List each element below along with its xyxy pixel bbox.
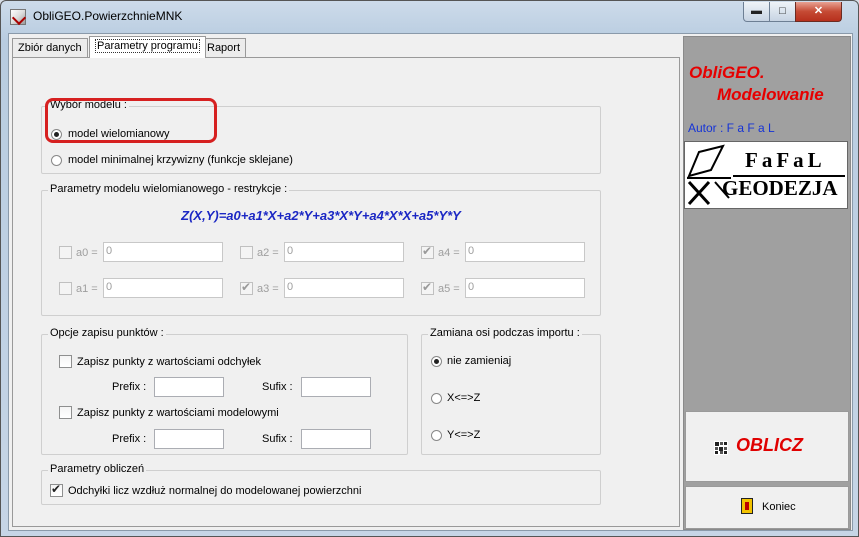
tab-panel-parametry: Wybór modelu : model wielomianowy model … (12, 57, 680, 527)
save-options-title: Opcje zapisu punktów : (48, 327, 166, 339)
axis-yz-radio[interactable] (431, 430, 442, 441)
a2-label: a2 = (257, 247, 279, 259)
calculator-icon (714, 441, 728, 455)
maximize-button[interactable]: □ (769, 2, 796, 22)
model-spline-label[interactable]: model minimalnej krzywizny (funkcje skle… (68, 154, 293, 166)
brand-title-line1: ObliGEO. (689, 63, 765, 82)
tab-parametry-programu[interactable]: Parametry programu (89, 36, 206, 58)
a5-label: a5 = (438, 283, 460, 295)
end-label: Koniec (762, 501, 796, 513)
a1-input[interactable]: 0 (103, 278, 223, 298)
exit-door-icon (741, 498, 753, 514)
a3-input[interactable]: 0 (284, 278, 404, 298)
axis-none-radio[interactable] (431, 356, 442, 367)
calculate-label: OBLICZ (736, 435, 803, 455)
tab-raport[interactable]: Raport (201, 38, 247, 57)
a0-checkbox[interactable] (59, 246, 72, 259)
a3-label: a3 = (257, 283, 279, 295)
poly-params-title: Parametry modelu wielomianowego - restry… (48, 183, 290, 195)
a0-label: a0 = (76, 247, 98, 259)
a0-input[interactable]: 0 (103, 242, 223, 262)
dev-prefix-input[interactable] (154, 377, 224, 397)
polynomial-formula: Z(X,Y)=a0+a1*X+a2*Y+a3*X*Y+a4*X*X+a5*Y*Y (181, 208, 461, 223)
dev-suffix-label: Sufix : (262, 381, 293, 393)
client-area: Zbiór danych Parametry programu Raport W… (8, 33, 853, 531)
title-bar[interactable]: ObliGEO.PowierzchnieMNK ▬ □ ✕ (1, 1, 858, 31)
save-model-label[interactable]: Zapisz punkty z wartościami modelowymi (77, 407, 279, 419)
a4-input[interactable]: 0 (465, 242, 585, 262)
right-panel: ObliGEO. Modelowanie Autor : F a F a L F… (683, 36, 851, 530)
highlight-annotation (45, 98, 217, 143)
dev-prefix-label: Prefix : (112, 381, 147, 393)
logo-text-fafal: FaFaL (745, 148, 826, 172)
axis-xz-radio[interactable] (431, 393, 442, 404)
app-icon (10, 9, 26, 25)
a5-checkbox[interactable] (421, 280, 434, 295)
minimize-button[interactable]: ▬ (743, 2, 770, 22)
calculate-button[interactable]: OBLICZ (685, 411, 849, 482)
normal-deviation-checkbox[interactable] (50, 482, 63, 497)
window-title: ObliGEO.PowierzchnieMNK (33, 9, 183, 23)
save-deviations-label[interactable]: Zapisz punkty z wartościami odchyłek (77, 356, 261, 368)
a1-checkbox[interactable] (59, 282, 72, 295)
brand-title-line2: Modelowanie (717, 85, 824, 104)
model-suffix-input[interactable] (301, 429, 371, 449)
tab-label: Zbiór danych (18, 42, 82, 54)
close-button[interactable]: ✕ (795, 2, 842, 22)
fafal-geodezja-logo: FaFaL GEODEZJA (684, 141, 848, 209)
author-label: Autor : F a F a L (688, 121, 775, 135)
normal-deviation-label[interactable]: Odchyłki licz wzdłuż normalnej do modelo… (68, 485, 361, 497)
tab-zbior-danych[interactable]: Zbiór danych (12, 38, 88, 57)
save-model-checkbox[interactable] (59, 406, 72, 419)
model-suffix-label: Sufix : (262, 433, 293, 445)
axis-none-label[interactable]: nie zamieniaj (447, 355, 511, 367)
a1-label: a1 = (76, 283, 98, 295)
dev-suffix-input[interactable] (301, 377, 371, 397)
model-spline-radio[interactable] (51, 155, 62, 166)
a2-input[interactable]: 0 (284, 242, 404, 262)
tab-label: Parametry programu (95, 39, 200, 53)
a2-checkbox[interactable] (240, 246, 253, 259)
save-deviations-checkbox[interactable] (59, 355, 72, 368)
model-prefix-input[interactable] (154, 429, 224, 449)
a4-label: a4 = (438, 247, 460, 259)
axis-yz-label[interactable]: Y<=>Z (447, 429, 480, 441)
a3-checkbox[interactable] (240, 280, 253, 295)
app-window: ObliGEO.PowierzchnieMNK ▬ □ ✕ Zbiór dany… (0, 0, 859, 537)
a5-input[interactable]: 0 (465, 278, 585, 298)
axis-xz-label[interactable]: X<=>Z (447, 392, 480, 404)
tab-label: Raport (207, 42, 241, 54)
logo-text-geodezja: GEODEZJA (722, 176, 838, 200)
axis-swap-title: Zamiana osi podczas importu : (428, 327, 582, 339)
end-button[interactable]: Koniec (685, 486, 849, 529)
a4-checkbox[interactable] (421, 244, 434, 259)
model-prefix-label: Prefix : (112, 433, 147, 445)
calc-params-title: Parametry obliczeń (48, 463, 147, 475)
